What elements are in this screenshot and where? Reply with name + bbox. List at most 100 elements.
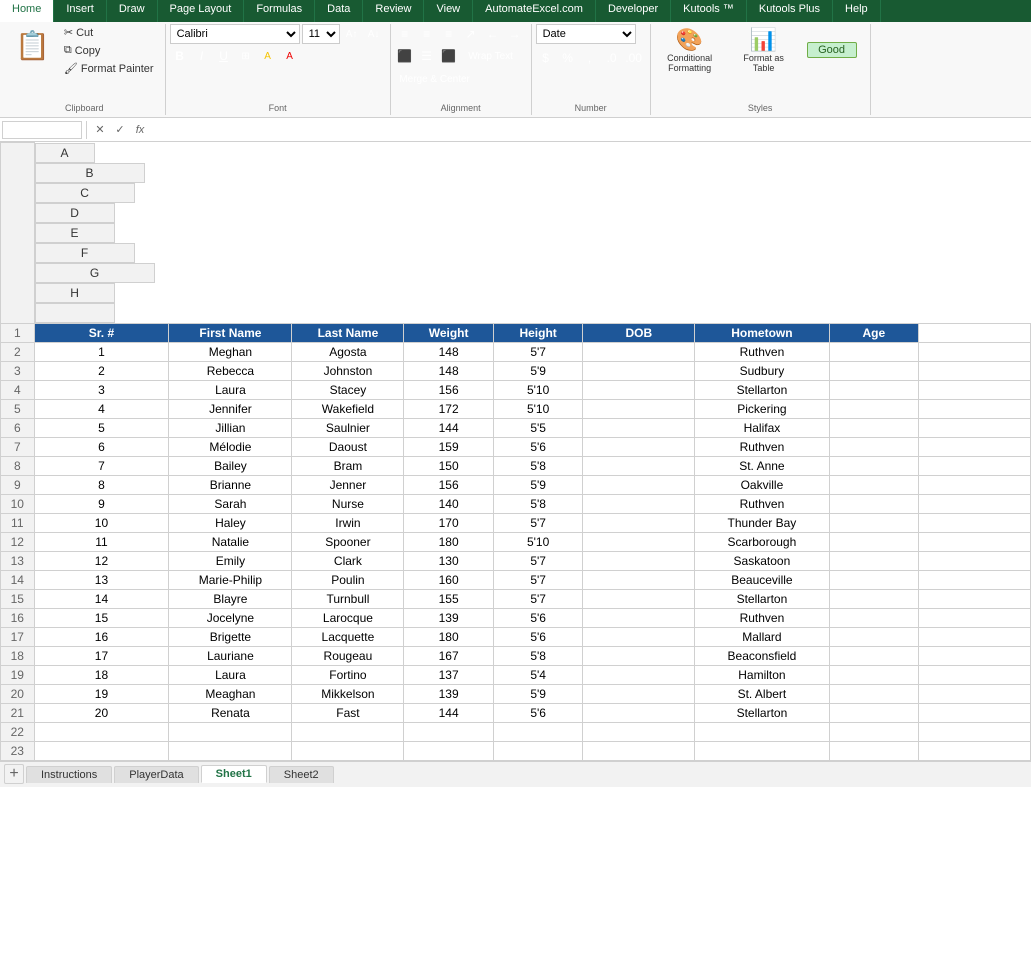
cell-height-5[interactable]: 5'10 — [493, 399, 583, 418]
cell-first-4[interactable]: Laura — [169, 380, 292, 399]
cell-hometown-12[interactable]: Scarborough — [695, 532, 829, 551]
cell-age-21[interactable] — [829, 703, 919, 722]
cell-last-8[interactable]: Bram — [292, 456, 404, 475]
formula-input[interactable] — [151, 121, 1029, 139]
cell-sr-6[interactable]: 5 — [34, 418, 169, 437]
cell-hometown-11[interactable]: Thunder Bay — [695, 513, 829, 532]
cell-first-14[interactable]: Marie-Philip — [169, 570, 292, 589]
cell-extra-8[interactable] — [919, 456, 1031, 475]
cell-dob-8[interactable] — [583, 456, 695, 475]
cell-extra-18[interactable] — [919, 646, 1031, 665]
cell-height-3[interactable]: 5'9 — [493, 361, 583, 380]
cell-age-14[interactable] — [829, 570, 919, 589]
cell-height-15[interactable]: 5'7 — [493, 589, 583, 608]
cell-extra-6[interactable] — [919, 418, 1031, 437]
tab-draw[interactable]: Draw — [107, 0, 158, 22]
cell-height-2[interactable]: 5'7 — [493, 342, 583, 361]
cell-height-19[interactable]: 5'4 — [493, 665, 583, 684]
cell-sr-13[interactable]: 12 — [34, 551, 169, 570]
cell-sr-7[interactable]: 6 — [34, 437, 169, 456]
cell-last-10[interactable]: Nurse — [292, 494, 404, 513]
cell-weight-16[interactable]: 139 — [404, 608, 494, 627]
conditional-formatting-button[interactable]: 🎨 Conditional Formatting — [655, 24, 725, 76]
cell-weight-12[interactable]: 180 — [404, 532, 494, 551]
cell-hometown-21[interactable]: Stellarton — [695, 703, 829, 722]
cell-extra-21[interactable] — [919, 703, 1031, 722]
cell-age-18[interactable] — [829, 646, 919, 665]
cell-last-16[interactable]: Larocque — [292, 608, 404, 627]
cell-extra-5[interactable] — [919, 399, 1031, 418]
add-sheet-button[interactable]: + — [4, 764, 24, 784]
cell-last-13[interactable]: Clark — [292, 551, 404, 570]
cell-first-15[interactable]: Blayre — [169, 589, 292, 608]
cell-dob-7[interactable] — [583, 437, 695, 456]
tab-developer[interactable]: Developer — [596, 0, 671, 22]
table-container[interactable]: A B C D E F G H 1 Sr. # First Name Las — [0, 142, 1031, 761]
cell-height-17[interactable]: 5'6 — [493, 627, 583, 646]
cell-age-12[interactable] — [829, 532, 919, 551]
cell-age-10[interactable] — [829, 494, 919, 513]
increase-decimal-btn[interactable]: .00 — [624, 48, 644, 68]
percent-btn[interactable]: % — [558, 48, 578, 68]
cell-dob-13[interactable] — [583, 551, 695, 570]
cell-age-8[interactable] — [829, 456, 919, 475]
cell-age-15[interactable] — [829, 589, 919, 608]
cell-age-2[interactable] — [829, 342, 919, 361]
header-sr[interactable]: Sr. # — [34, 323, 169, 342]
align-left-btn[interactable]: ⬛ — [395, 46, 415, 66]
cell-first-21[interactable]: Renata — [169, 703, 292, 722]
cell-height-13[interactable]: 5'7 — [493, 551, 583, 570]
name-box[interactable] — [2, 121, 82, 139]
cell-last-4[interactable]: Stacey — [292, 380, 404, 399]
sheet-tab-instructions[interactable]: Instructions — [26, 766, 112, 783]
cell-height-9[interactable]: 5'9 — [493, 475, 583, 494]
cell-last-20[interactable]: Mikkelson — [292, 684, 404, 703]
cell-weight-21[interactable]: 144 — [404, 703, 494, 722]
italic-button[interactable]: I — [192, 46, 212, 66]
cell-weight-8[interactable]: 150 — [404, 456, 494, 475]
cell-last-18[interactable]: Rougeau — [292, 646, 404, 665]
cell-age-19[interactable] — [829, 665, 919, 684]
good-badge[interactable]: Good — [807, 42, 857, 58]
cell-weight-2[interactable]: 148 — [404, 342, 494, 361]
cell-dob-2[interactable] — [583, 342, 695, 361]
cell-age-17[interactable] — [829, 627, 919, 646]
cell-weight-20[interactable]: 139 — [404, 684, 494, 703]
cell-sr-15[interactable]: 14 — [34, 589, 169, 608]
cell-age-16[interactable] — [829, 608, 919, 627]
cell-sr-20[interactable]: 19 — [34, 684, 169, 703]
sheet-tab-playerdata[interactable]: PlayerData — [114, 766, 198, 783]
align-right-btn[interactable]: ⬛ — [439, 46, 459, 66]
cell-weight-14[interactable]: 160 — [404, 570, 494, 589]
cell-dob-17[interactable] — [583, 627, 695, 646]
decrease-font-btn[interactable]: A↓ — [364, 24, 384, 44]
cell-first-11[interactable]: Haley — [169, 513, 292, 532]
cell-first-6[interactable]: Jillian — [169, 418, 292, 437]
tab-formulas[interactable]: Formulas — [244, 0, 315, 22]
cell-extra-16[interactable] — [919, 608, 1031, 627]
sheet-tab-sheet1[interactable]: Sheet1 — [201, 765, 267, 783]
cell-age-6[interactable] — [829, 418, 919, 437]
cell-age-5[interactable] — [829, 399, 919, 418]
tab-help[interactable]: Help — [833, 0, 881, 22]
copy-button[interactable]: ⧉ Copy — [59, 42, 159, 59]
cell-age-7[interactable] — [829, 437, 919, 456]
bold-button[interactable]: B — [170, 46, 190, 66]
cell-weight-19[interactable]: 137 — [404, 665, 494, 684]
cell-sr-3[interactable]: 2 — [34, 361, 169, 380]
cell-extra-3[interactable] — [919, 361, 1031, 380]
cell-sr-21[interactable]: 20 — [34, 703, 169, 722]
cell-weight-17[interactable]: 180 — [404, 627, 494, 646]
cell-dob-5[interactable] — [583, 399, 695, 418]
cancel-formula-btn[interactable]: ✕ — [91, 121, 109, 139]
cell-hometown-20[interactable]: St. Albert — [695, 684, 829, 703]
cell-first-16[interactable]: Jocelyne — [169, 608, 292, 627]
cell-first-20[interactable]: Meaghan — [169, 684, 292, 703]
col-header-i[interactable] — [35, 303, 115, 323]
cell-sr-18[interactable]: 17 — [34, 646, 169, 665]
cell-dob-19[interactable] — [583, 665, 695, 684]
accounting-btn[interactable]: $ — [536, 48, 556, 68]
cell-hometown-9[interactable]: Oakville — [695, 475, 829, 494]
cell-dob-21[interactable] — [583, 703, 695, 722]
align-top-center-btn[interactable]: ≡ — [417, 24, 437, 44]
